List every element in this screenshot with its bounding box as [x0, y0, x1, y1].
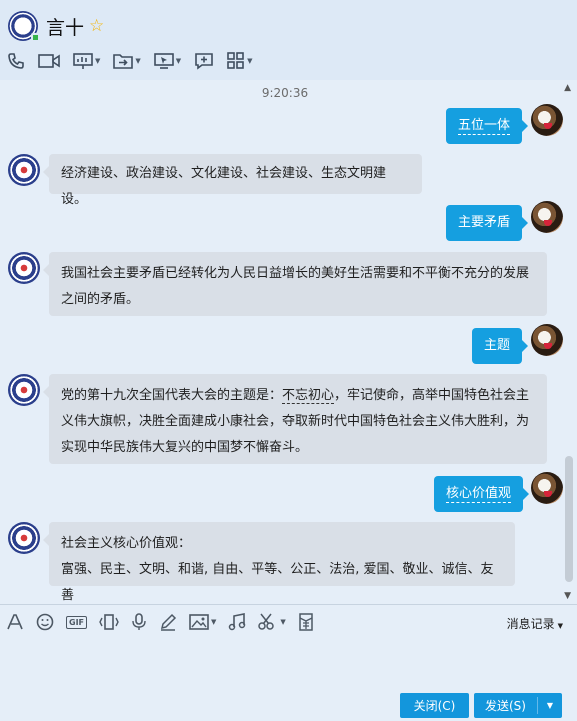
shake-icon[interactable]: [99, 613, 119, 631]
phone-icon: [8, 53, 24, 69]
message-text-line: 实现中华民族伟大复兴的中国梦不懈奋斗。: [61, 440, 309, 455]
message-text-line: 党的第十九次全国代表大会的主题是：不忘初心，牢记使命，高举中国特色社会主: [61, 383, 535, 409]
input-toolbar: GIF ▼ ▼: [6, 613, 326, 631]
file-transfer-icon: [113, 54, 134, 69]
outgoing-message[interactable]: 核心价值观: [434, 476, 530, 512]
remote-demo-button[interactable]: ▼: [73, 52, 100, 70]
contact-avatar[interactable]: [8, 154, 40, 186]
incoming-message[interactable]: 我国社会主要矛盾已经转化为人民日益增长的美好生活需要和不平衡不充分的发展 之间的…: [43, 252, 547, 316]
contact-avatar[interactable]: [8, 374, 40, 406]
message-text-line: 我国社会主要矛盾已经转化为人民日益增长的美好生活需要和不平衡不充分的发展: [61, 266, 530, 281]
scroll-down-arrow-icon[interactable]: ▼: [564, 591, 571, 601]
contact-avatar[interactable]: [8, 11, 40, 42]
online-status-icon: [31, 33, 40, 42]
message-text-line: 富强、民主、文明、和谐, 自由、平等、公正、法治, 爱国、敬业、诚信、友善: [61, 562, 494, 603]
scroll-up-arrow-icon[interactable]: ▲: [564, 83, 571, 93]
group-chat-button[interactable]: [194, 52, 214, 70]
message-text: ，牢记使命，高举中国特色社会主: [334, 388, 530, 403]
my-avatar[interactable]: [531, 104, 563, 136]
send-label: 发送(S): [485, 699, 526, 713]
close-button[interactable]: 关闭(C): [400, 693, 469, 718]
add-chat-icon: [195, 53, 213, 70]
incoming-message[interactable]: 社会主义核心价值观： 富强、民主、文明、和谐, 自由、平等、公正、法治, 爱国、…: [43, 522, 515, 603]
close-label: 关闭(C): [413, 699, 456, 713]
message-text: 五位一体: [458, 118, 511, 135]
message-text-line: 社会主义核心价值观：: [61, 536, 192, 551]
chevron-down-icon[interactable]: ▼: [95, 57, 100, 65]
chevron-down-icon[interactable]: ▼: [211, 618, 216, 626]
send-button[interactable]: 发送(S) ▼: [474, 693, 562, 718]
message-text: 主要矛盾: [458, 215, 511, 230]
star-icon[interactable]: ☆: [89, 16, 104, 36]
contact-avatar[interactable]: [8, 252, 40, 284]
music-icon[interactable]: [228, 613, 246, 631]
video-call-button[interactable]: [38, 52, 60, 70]
message-text-line: 义伟大旗帜，决胜全面建成小康社会，夺取新时代中国特色社会主义伟大胜利，为: [61, 414, 530, 429]
message-text: 经济建设、政治建设、文化建设、社会建设、生态文明建设。: [61, 166, 387, 207]
message-history-button[interactable]: 消息记录 ▼: [507, 615, 563, 632]
history-label: 消息记录: [506, 617, 555, 631]
chevron-down-icon[interactable]: ▼: [135, 57, 140, 65]
chevron-down-icon[interactable]: ▼: [280, 618, 285, 626]
contact-avatar[interactable]: [8, 522, 40, 554]
voice-call-button[interactable]: [7, 52, 25, 70]
emoji-icon[interactable]: [36, 613, 54, 631]
gif-icon[interactable]: GIF: [66, 615, 88, 629]
outgoing-message[interactable]: 主要矛盾: [446, 205, 529, 241]
message-text: 主题: [484, 338, 511, 353]
message-text: 核心价值观: [446, 486, 512, 503]
title-row: 言十 ☆: [8, 10, 104, 42]
gif-label: GIF: [66, 615, 88, 629]
scissors-icon[interactable]: ▼: [258, 613, 286, 631]
input-area[interactable]: GIF ▼ ▼ 消息记录 ▼ 关闭(C) 发送(S) ▼: [0, 604, 577, 721]
chevron-down-icon[interactable]: ▼: [176, 57, 181, 65]
my-avatar[interactable]: [531, 324, 563, 356]
incoming-message[interactable]: 经济建设、政治建设、文化建设、社会建设、生态文明建设。: [43, 154, 422, 207]
remote-desktop-icon: [153, 53, 174, 69]
remote-desktop-button[interactable]: ▼: [153, 52, 181, 70]
contact-name[interactable]: 言十: [46, 13, 84, 40]
scrollbar-thumb[interactable]: [565, 456, 573, 582]
outgoing-message[interactable]: 主题: [472, 328, 529, 364]
presentation-icon: [73, 53, 93, 69]
message-text-line: 之间的矛盾。: [61, 292, 140, 307]
send-file-button[interactable]: ▼: [113, 52, 141, 70]
video-camera-icon: [38, 54, 60, 68]
pen-icon[interactable]: [159, 613, 177, 631]
incoming-message[interactable]: 党的第十九次全国代表大会的主题是：不忘初心，牢记使命，高举中国特色社会主 义伟大…: [43, 374, 547, 464]
message-text: 党的第十九次全国代表大会的主题是：: [61, 388, 283, 403]
voice-icon[interactable]: [131, 613, 147, 631]
my-avatar[interactable]: [531, 472, 563, 504]
chat-header: 言十 ☆ ▼ ▼ ▼ ▼: [0, 0, 577, 80]
red-packet-icon[interactable]: [298, 613, 314, 631]
chevron-down-icon: ▼: [557, 622, 563, 630]
message-timestamp: 9:20:36: [261, 86, 309, 100]
apps-button[interactable]: ▼: [227, 52, 253, 70]
image-icon[interactable]: ▼: [189, 613, 216, 631]
keyword-link[interactable]: 不忘初心: [282, 388, 335, 404]
message-list[interactable]: 9:20:36 五位一体 经济建设、政治建设、文化建设、社会建设、生态文明建设。…: [0, 80, 577, 604]
my-avatar[interactable]: [531, 201, 563, 233]
font-icon[interactable]: [6, 613, 24, 631]
chat-toolbar: ▼ ▼ ▼ ▼: [7, 52, 266, 70]
send-options-chevron-icon[interactable]: ▼: [538, 701, 562, 710]
outgoing-message[interactable]: 五位一体: [446, 108, 529, 144]
apps-grid-icon: [227, 52, 244, 69]
chevron-down-icon[interactable]: ▼: [247, 57, 252, 65]
